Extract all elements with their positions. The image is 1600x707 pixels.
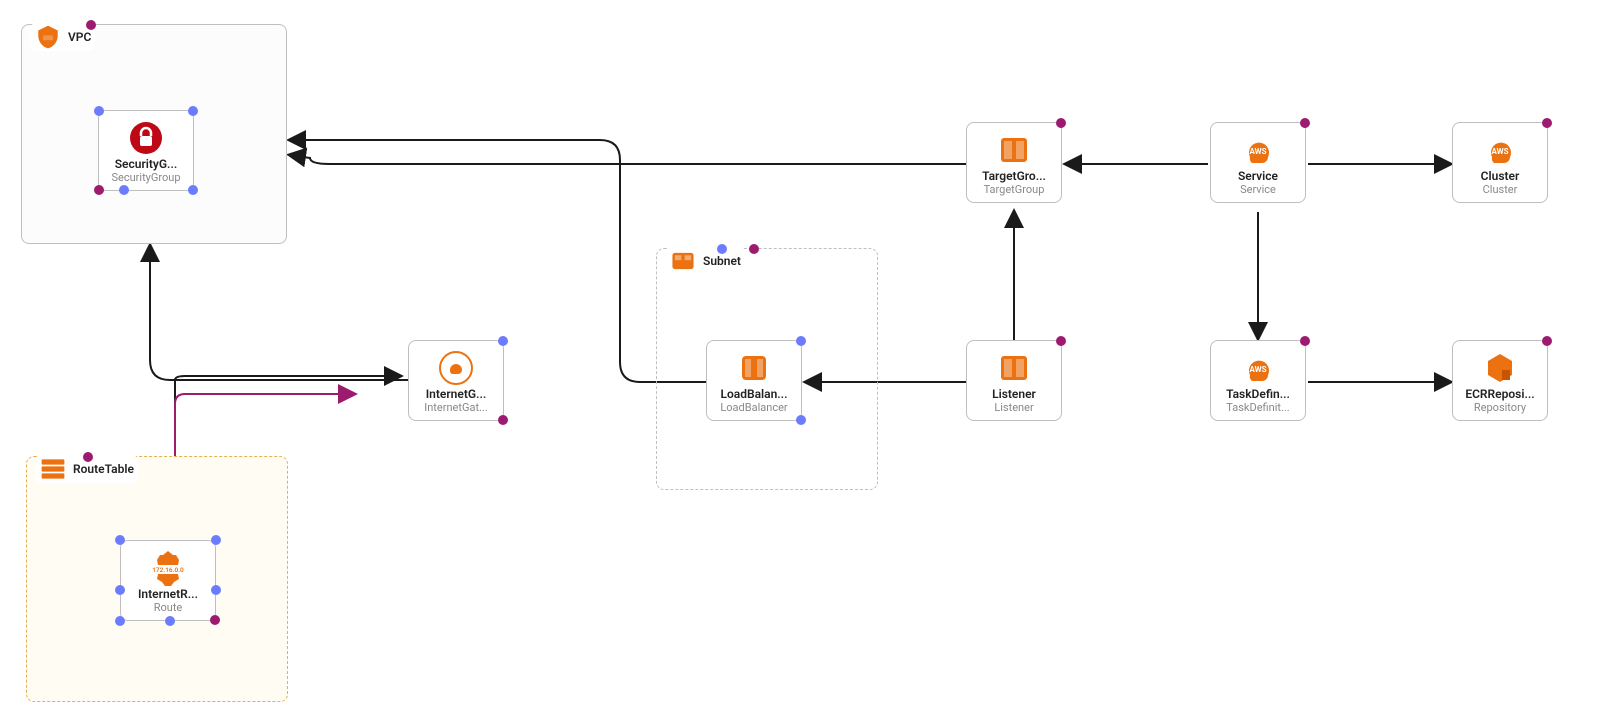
port-dot — [94, 185, 104, 195]
route-icon: 172.16.0.0 — [125, 549, 211, 587]
port-dot — [1056, 118, 1066, 128]
node-subtitle: Service — [1215, 183, 1301, 196]
group-vpc-label: VPC — [68, 30, 91, 44]
port-dot — [749, 244, 759, 254]
listener-icon — [971, 349, 1057, 387]
port-dot — [119, 185, 129, 195]
selection-handle[interactable] — [115, 616, 125, 626]
svg-text:AWS: AWS — [1249, 365, 1266, 374]
node-title: TaskDefin... — [1215, 387, 1301, 401]
selection-handle[interactable] — [211, 585, 221, 595]
edge-igw-vpc — [150, 246, 410, 380]
node-title: ECRReposi... — [1457, 387, 1543, 401]
node-title: Listener — [971, 387, 1057, 401]
ecr-repository-icon — [1457, 349, 1543, 387]
node-ecr-repository[interactable]: ECRReposi... Repository — [1452, 340, 1548, 421]
subnet-group-icon — [669, 247, 697, 275]
selection-handle[interactable] — [115, 535, 125, 545]
route-table-group-icon — [39, 455, 67, 483]
node-internet-route[interactable]: 172.16.0.0 InternetR... Route — [120, 540, 216, 621]
port-dot — [1300, 336, 1310, 346]
port-dot — [210, 615, 220, 625]
node-title: SecurityG... — [103, 157, 189, 171]
cluster-icon: AWS — [1457, 131, 1543, 169]
vpc-group-icon — [34, 23, 62, 51]
node-target-group[interactable]: TargetGro... TargetGroup — [966, 122, 1062, 203]
node-subtitle: Route — [125, 601, 211, 614]
node-subtitle: TargetGroup — [971, 183, 1057, 196]
node-title: InternetR... — [125, 587, 211, 601]
edge-tg-sg — [290, 155, 966, 164]
node-subtitle: SecurityGroup — [103, 171, 189, 184]
port-dot — [94, 106, 104, 116]
task-definition-icon: AWS — [1215, 349, 1301, 387]
port-dot — [188, 106, 198, 116]
node-load-balancer[interactable]: LoadBalan... LoadBalancer — [706, 340, 802, 421]
port-dot — [83, 452, 93, 462]
port-dot — [1542, 336, 1552, 346]
node-subtitle: Cluster — [1457, 183, 1543, 196]
node-cluster[interactable]: AWS Cluster Cluster — [1452, 122, 1548, 203]
node-title: Cluster — [1457, 169, 1543, 183]
port-dot — [796, 336, 806, 346]
selection-handle[interactable] — [211, 535, 221, 545]
node-subtitle: InternetGat... — [413, 401, 499, 414]
port-dot — [498, 336, 508, 346]
node-title: LoadBalan... — [711, 387, 797, 401]
node-security-group[interactable]: SecurityG... SecurityGroup — [98, 110, 194, 191]
port-dot — [1542, 118, 1552, 128]
port-dot — [188, 185, 198, 195]
node-subtitle: LoadBalancer — [711, 401, 797, 414]
node-subtitle: TaskDefinit... — [1215, 401, 1301, 414]
node-service[interactable]: AWS Service Service — [1210, 122, 1306, 203]
port-dot — [1056, 336, 1066, 346]
node-title: TargetGro... — [971, 169, 1057, 183]
security-group-icon — [103, 119, 189, 157]
route-badge-text: 172.16.0.0 — [152, 566, 184, 574]
node-listener[interactable]: Listener Listener — [966, 340, 1062, 421]
edge-rt-igw — [175, 376, 400, 455]
svg-text:AWS: AWS — [1491, 147, 1508, 156]
group-rt-label: RouteTable — [73, 462, 134, 476]
target-group-icon — [971, 131, 1057, 169]
load-balancer-icon — [711, 349, 797, 387]
internet-gateway-icon — [413, 349, 499, 387]
node-title: Service — [1215, 169, 1301, 183]
node-internet-gateway[interactable]: InternetG... InternetGat... — [408, 340, 504, 421]
port-dot — [86, 20, 96, 30]
port-dot — [796, 415, 806, 425]
service-icon: AWS — [1215, 131, 1301, 169]
port-dot — [498, 415, 508, 425]
svg-text:AWS: AWS — [1249, 147, 1266, 156]
node-title: InternetG... — [413, 387, 499, 401]
group-subnet-label: Subnet — [703, 254, 741, 268]
port-dot — [717, 244, 727, 254]
selection-handle[interactable] — [165, 616, 175, 626]
diagram-canvas[interactable]: VPC SecurityG... SecurityGroup Subnet — [0, 0, 1600, 707]
selection-handle[interactable] — [115, 585, 125, 595]
port-dot — [1300, 118, 1310, 128]
node-task-definition[interactable]: AWS TaskDefin... TaskDefinit... — [1210, 340, 1306, 421]
node-subtitle: Repository — [1457, 401, 1543, 414]
node-subtitle: Listener — [971, 401, 1057, 414]
